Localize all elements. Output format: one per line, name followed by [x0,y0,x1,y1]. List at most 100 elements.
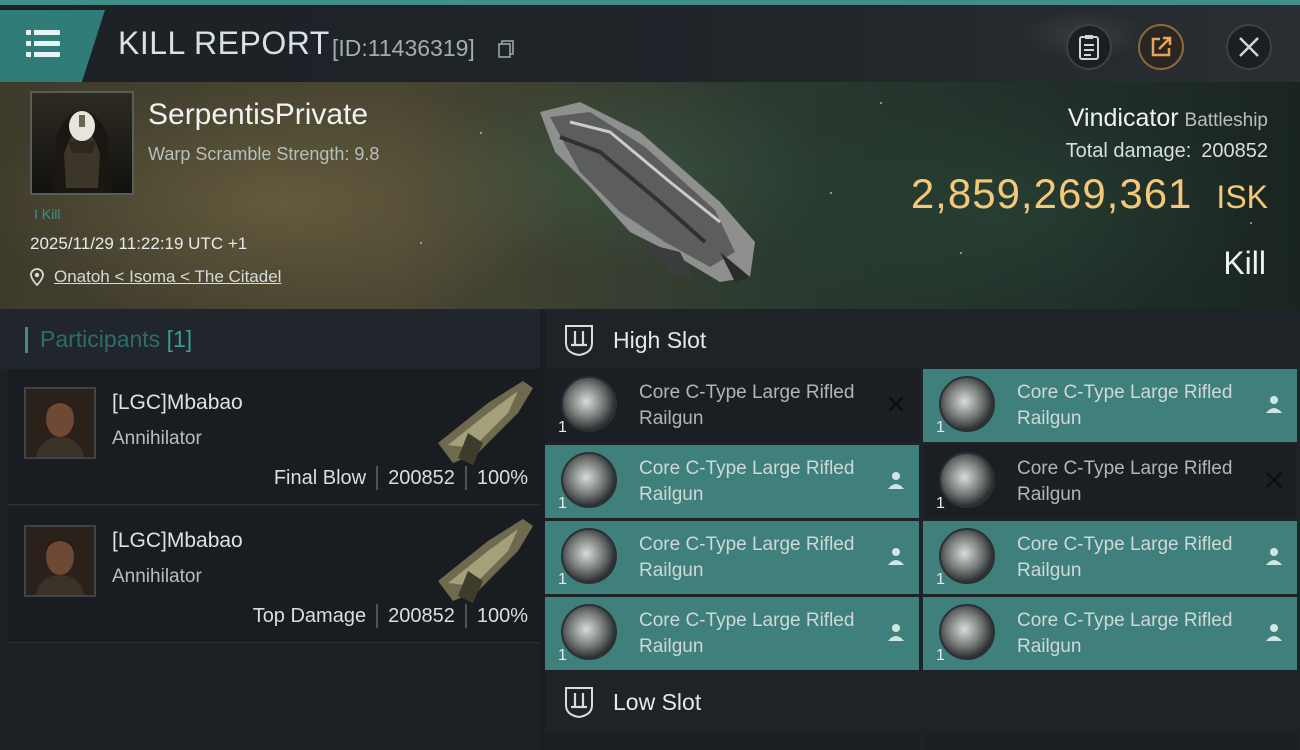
participant-name: [LGC]Mbabao [112,391,243,414]
module-quantity: 1 [558,571,567,588]
fitting-panel: High Slot 1 Core C-Type Large Rifled Rail… [545,309,1300,750]
ship-class: Battleship [1184,110,1268,131]
report-id: [ID:11436319] [332,35,475,61]
copy-icon[interactable] [498,40,514,58]
isk-value: 2,859,269,361 [910,170,1193,217]
x-icon [888,396,904,412]
stat-divider [376,466,379,490]
participant-damage: 200852 [388,604,455,627]
participant-percent: 100% [476,604,528,627]
low-slot-title: Low Slot [613,689,702,715]
participant-row[interactable]: [LGC]Mbabao Annihilator Final Blow 20085… [8,369,540,505]
module-name: Core C-Type Large Rifled Railgun [639,382,855,429]
railgun-icon [939,604,995,660]
close-button[interactable] [1226,24,1272,70]
kill-timestamp: 2025/11/29 11:22:19 UTC +1 [30,234,248,253]
kill-result-label: Kill [1223,245,1266,281]
module-tile[interactable]: 1 Core C-Type Large Rifled Railgun [923,597,1297,670]
person-icon [1266,396,1282,413]
victim-ship-image [540,102,755,282]
participant-name: [LGC]Mbabao [112,529,243,552]
total-damage-row: Total damage: 200852 [1066,140,1268,163]
page-title: KILL REPORT [118,25,330,61]
kill-count: I Kill [34,206,61,222]
person-icon [1266,624,1282,641]
module-tile[interactable]: 1 Core C-Type Large Rifled Railgun [545,369,919,442]
share-icon [1151,36,1172,57]
victim-avatar [52,110,112,193]
participant-damage: 200852 [388,466,455,489]
high-slot-icon [565,325,593,357]
module-quantity: 1 [936,571,945,588]
participant-ship: Annihilator [112,428,202,449]
participant-role: Final Blow [273,466,367,489]
participant-percent: 100% [476,466,528,489]
participant-ship-image [438,519,533,603]
participants-panel: Participants [1] [LGC]Mbabao Annihilator [0,309,540,750]
participants-title: Participants [1] [40,326,192,353]
railgun-icon [561,528,617,584]
module-name: Core C-Type Large Rifled Railgun [639,534,855,581]
total-damage-value: 200852 [1201,140,1268,162]
location-link[interactable]: Onatoh < Isoma < The Citadel [54,267,281,287]
module-partial[interactable] [925,733,1299,750]
low-slot-icon [565,687,593,719]
module-tile[interactable]: 1 Core C-Type Large Rifled Railgun [545,445,919,518]
module-name: Core C-Type Large Rifled Railgun [1017,458,1233,505]
module-name: Core C-Type Large Rifled Railgun [639,458,855,505]
location-pin-icon [30,268,44,286]
person-icon [888,548,904,565]
location-row: Onatoh < Isoma < The Citadel [30,267,281,287]
module-name: Core C-Type Large Rifled Railgun [639,610,855,657]
module-quantity: 1 [558,419,567,436]
clipboard-button[interactable] [1066,24,1112,70]
participant-avatar [24,387,96,459]
module-tile[interactable]: 1 Core C-Type Large Rifled Railgun [545,521,919,594]
victim-name: SerpentisPrivate [148,98,369,131]
participant-stats: Top Damage 200852 100% [253,604,528,628]
share-button[interactable] [1138,24,1184,70]
total-damage-label: Total damage: [1065,140,1192,162]
participants-title-text: Participants [40,326,161,352]
participant-avatar [24,525,96,597]
kill-banner: SerpentisPrivate Warp Scramble Strength:… [0,82,1300,309]
clipboard-icon [1079,35,1099,60]
railgun-icon [939,376,995,432]
participant-stats: Final Blow 200852 100% [274,466,528,490]
kill-report-window: KILL REPORT [ID:11436319] SerpentisPriva… [0,0,1300,750]
module-name: Core C-Type Large Rifled Railgun [1017,382,1233,429]
module-quantity: 1 [936,495,945,512]
close-icon [1239,37,1259,57]
participants-header: Participants [1] [0,309,540,369]
module-quantity: 1 [936,419,945,436]
module-tile[interactable]: 1 Core C-Type Large Rifled Railgun [923,521,1297,594]
x-icon [1266,472,1282,488]
module-name: Core C-Type Large Rifled Railgun [1017,610,1233,657]
module-tile[interactable]: 1 Core C-Type Large Rifled Railgun [923,369,1297,442]
person-icon [1266,548,1282,565]
participant-role: Top Damage [252,604,367,627]
stat-divider [464,466,467,490]
participant-ship: Annihilator [112,566,202,587]
stat-divider [464,604,467,628]
module-partial[interactable] [545,733,919,750]
isk-unit: ISK [1216,179,1268,215]
high-slot-header: High Slot [545,309,1300,369]
ship-name-row: Vindicator Battleship [1068,104,1268,133]
module-name: Core C-Type Large Rifled Railgun [1017,534,1233,581]
module-tile[interactable]: 1 Core C-Type Large Rifled Railgun [923,445,1297,518]
participant-row[interactable]: [LGC]Mbabao Annihilator Top Damage 20085… [8,507,540,643]
warp-scramble-strength: Warp Scramble Strength: 9.8 [148,144,380,164]
participant-ship-image [438,381,533,465]
railgun-icon [561,376,617,432]
participants-count: [1] [166,326,193,352]
victim-portrait[interactable] [30,91,134,195]
module-quantity: 1 [936,647,945,664]
menu-button[interactable] [0,10,105,82]
railgun-icon [939,528,995,584]
person-icon [888,624,904,641]
ship-name[interactable]: Vindicator [1068,104,1179,132]
header-accent-bar [25,327,28,353]
top-bar: KILL REPORT [ID:11436319] [0,0,1300,82]
module-tile[interactable]: 1 Core C-Type Large Rifled Railgun [545,597,919,670]
